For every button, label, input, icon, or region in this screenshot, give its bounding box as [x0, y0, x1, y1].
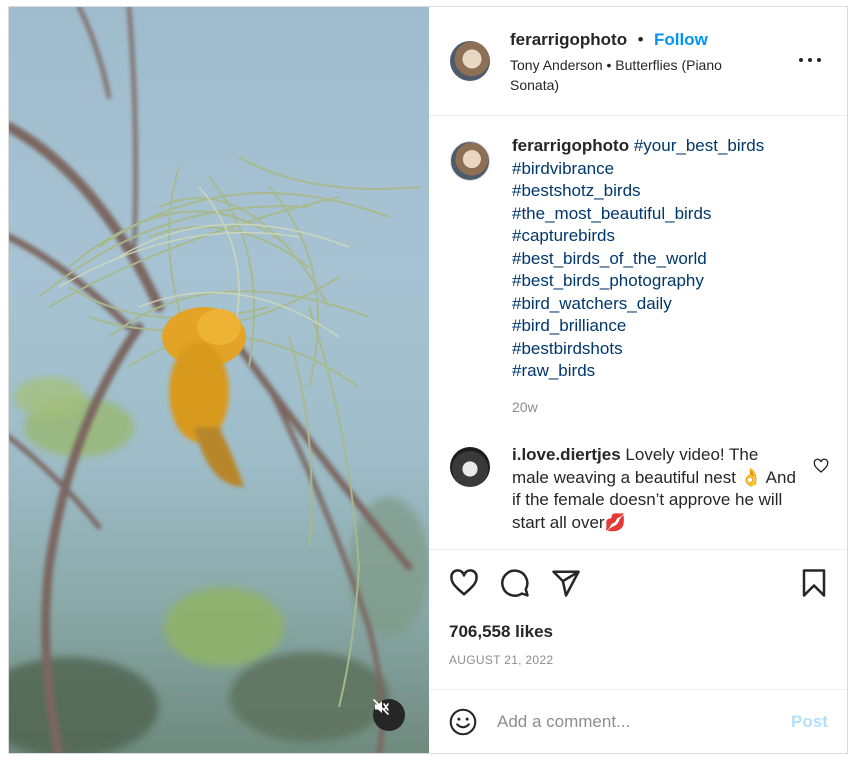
more-dot [799, 58, 803, 62]
hashtag-link[interactable]: #your_best_birds [634, 136, 764, 155]
comment-icon[interactable] [500, 568, 530, 598]
commenter-avatar[interactable] [450, 447, 490, 487]
comments-section[interactable]: ferarrigophoto #your_best_birds #birdvib… [429, 115, 847, 549]
follow-button[interactable]: Follow [654, 30, 708, 49]
share-icon[interactable] [551, 568, 581, 598]
post-caption: ferarrigophoto #your_best_birds #birdvib… [512, 135, 832, 383]
comment-item: i.love.diertjes Lovely video! The male w… [512, 444, 797, 534]
author-line: ferarrigophoto • Follow [510, 30, 708, 50]
hashtag-link[interactable]: #bestshotz_birds [512, 180, 832, 203]
audio-track-link[interactable]: Tony Anderson • Butterflies (Piano Sonat… [510, 55, 760, 95]
commenter-username[interactable]: i.love.diertjes [512, 445, 621, 464]
hashtag-link[interactable]: #capturebirds [512, 225, 832, 248]
more-dot [817, 58, 821, 62]
hashtag-link[interactable]: #bird_brilliance [512, 315, 832, 338]
separator-dot: • [637, 30, 644, 49]
post-header: ferarrigophoto • Follow Tony Anderson • … [429, 7, 847, 116]
instagram-post: ferarrigophoto • Follow Tony Anderson • … [8, 6, 848, 754]
hashtag-link[interactable]: #bird_watchers_daily [512, 293, 832, 316]
mute-toggle-button[interactable] [373, 699, 405, 731]
small-heart-icon[interactable] [813, 458, 829, 474]
hashtag-link[interactable]: #birdvibrance [512, 158, 832, 181]
post-date[interactable]: AUGUST 21, 2022 [449, 653, 553, 667]
caption-timestamp[interactable]: 20w [512, 399, 538, 415]
likes-count[interactable]: 706,558 likes [449, 622, 553, 642]
post-actions: 706,558 likes AUGUST 21, 2022 [429, 549, 847, 690]
hashtag-link[interactable]: #raw_birds [512, 360, 832, 383]
caption-username[interactable]: ferarrigophoto [512, 136, 629, 155]
video-frame-bird-nest [9, 7, 429, 753]
hashtag-link[interactable]: #the_most_beautiful_birds [512, 203, 832, 226]
muted-speaker-icon [373, 699, 389, 715]
author-username[interactable]: ferarrigophoto [510, 30, 627, 49]
hashtag-link[interactable]: #best_birds_of_the_world [512, 248, 832, 271]
more-dot [808, 58, 812, 62]
author-avatar[interactable] [450, 41, 490, 81]
hashtag-link[interactable]: #bestbirdshots [512, 338, 832, 361]
post-comment-button[interactable]: Post [791, 712, 828, 732]
post-video[interactable] [9, 7, 429, 753]
emoji-icon[interactable] [449, 708, 477, 736]
heart-icon[interactable] [449, 568, 479, 598]
add-comment-bar: Post [429, 689, 847, 753]
bookmark-icon[interactable] [799, 568, 829, 598]
more-options-button[interactable] [799, 53, 823, 67]
hashtag-link[interactable]: #best_birds_photography [512, 270, 832, 293]
comment-input[interactable] [497, 710, 767, 734]
caption-author-avatar[interactable] [450, 141, 490, 181]
post-details-panel: ferarrigophoto • Follow Tony Anderson • … [429, 7, 847, 753]
